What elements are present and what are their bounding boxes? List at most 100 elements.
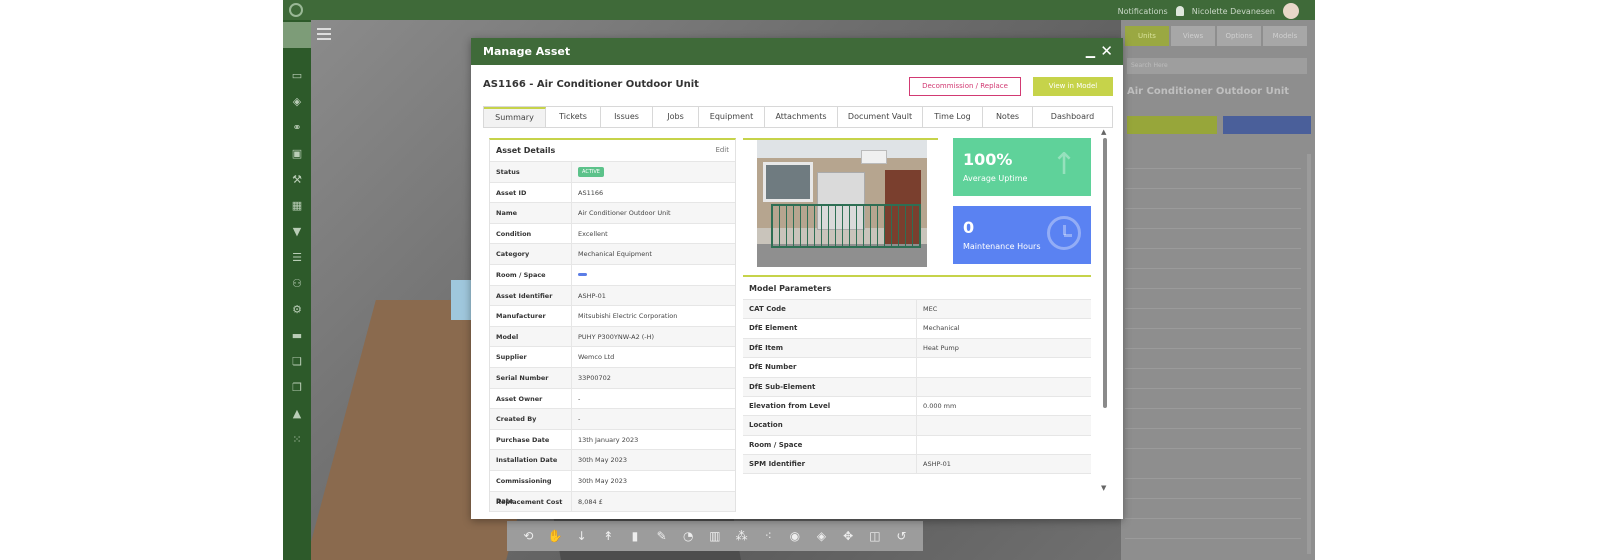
explode-icon[interactable]: ◈ — [814, 528, 830, 544]
rp-row — [1125, 390, 1301, 409]
down-arrow-icon[interactable]: ↓ — [574, 528, 590, 544]
detail-label: Status — [490, 162, 572, 182]
detail-value: 33P00702 — [578, 373, 611, 382]
content-scrollbar[interactable]: ▲ ▼ — [1100, 128, 1110, 502]
folder-icon[interactable]: ▭ — [290, 70, 304, 82]
asset-details-card: Asset Details Edit Status ACTIVE Asset I… — [489, 138, 736, 512]
detail-row-room: Room / Space — [490, 264, 735, 286]
measure-icon[interactable]: ◔ — [680, 528, 696, 544]
edit-link[interactable]: Edit — [715, 146, 729, 154]
rp-tab-views[interactable]: Views — [1171, 26, 1215, 46]
scrollbar-thumb[interactable] — [1103, 138, 1107, 408]
truck-icon[interactable]: ▬ — [290, 330, 304, 342]
rp-search-input[interactable]: Search Here — [1127, 58, 1307, 74]
tree-icon[interactable]: ⁖ — [760, 528, 776, 544]
detail-label: Room / Space — [490, 264, 572, 285]
settings-icon[interactable]: ⚙ — [290, 304, 304, 316]
rp-row — [1125, 230, 1301, 249]
param-row: DfE Element Mechanical — [743, 318, 1091, 338]
grid-icon[interactable]: ▦ — [290, 200, 304, 212]
rail-selected-item[interactable] — [283, 22, 311, 48]
rp-row — [1125, 250, 1301, 269]
param-row: DfE Item Heat Pump — [743, 337, 1091, 358]
cube-icon[interactable]: ◫ — [867, 528, 883, 544]
param-row: DfE Number — [743, 357, 1091, 377]
move-icon[interactable]: ✥ — [840, 528, 856, 544]
tab-dashboard[interactable]: Dashboard — [1033, 107, 1112, 127]
tab-tickets[interactable]: Tickets — [546, 107, 601, 127]
detail-value: 13th January 2023 — [578, 435, 639, 444]
maintenance-hours-card: 0 Maintenance Hours — [953, 206, 1091, 264]
link-icon[interactable]: ⚭ — [290, 122, 304, 134]
rp-row — [1125, 310, 1301, 329]
decommission-replace-button[interactable]: Decommission / Replace — [909, 77, 1021, 96]
hand-icon[interactable]: ✋ — [547, 528, 563, 544]
scroll-up-icon[interactable]: ▲ — [1101, 128, 1106, 136]
apps-icon[interactable]: ⁙ — [290, 434, 304, 446]
close-icon[interactable]: ✕ — [1100, 42, 1113, 60]
rp-row — [1125, 290, 1301, 309]
copy-icon[interactable]: ❐ — [290, 382, 304, 394]
tab-document-vault[interactable]: Document Vault — [838, 107, 923, 127]
model-parameters-card: Model Parameters CAT Code MEC DfE Elemen… — [743, 275, 1091, 474]
filter-icon[interactable]: ▼ — [290, 226, 304, 238]
properties-icon[interactable]: ◉ — [787, 528, 803, 544]
detail-value: ASHP-01 — [578, 291, 606, 300]
warning-icon[interactable]: ▲ — [290, 408, 304, 420]
detail-row: Supplier Wemco Ltd — [490, 347, 735, 368]
tab-attachments[interactable]: Attachments — [765, 107, 838, 127]
rp-row — [1125, 190, 1301, 209]
walk-icon[interactable]: ↟ — [600, 528, 616, 544]
detail-label: Commissioning Date — [490, 470, 572, 505]
minimize-icon[interactable]: ▁ — [1086, 44, 1095, 58]
notifications-link[interactable]: Notifications — [1118, 7, 1168, 16]
pen-icon[interactable]: ✎ — [654, 528, 670, 544]
param-label: DfE Number — [743, 358, 917, 377]
bell-icon[interactable] — [1175, 6, 1184, 16]
users-icon[interactable]: ⚇ — [290, 278, 304, 290]
asset-photo[interactable] — [757, 140, 927, 267]
param-label: CAT Code — [743, 300, 917, 319]
detail-row: Model PUHY P300YNW-A2 (-H) — [490, 326, 735, 348]
wrench-icon[interactable]: ⚒ — [290, 174, 304, 186]
tab-issues[interactable]: Issues — [601, 107, 653, 127]
bottom-toolbar: ⟲ ✋ ↓ ↟ ▮ ✎ ◔ ▥ ⁂ ⁖ ◉ ◈ ✥ ◫ ↺ — [507, 521, 923, 551]
right-panel-tabs: Units Views Options Models — [1125, 26, 1307, 46]
rp-tab-models[interactable]: Models — [1263, 26, 1307, 46]
tab-jobs[interactable]: Jobs — [653, 107, 699, 127]
tab-equipment[interactable]: Equipment — [699, 107, 765, 127]
rp-tab-units[interactable]: Units — [1125, 26, 1169, 46]
user-name[interactable]: Nicolette Devanesen — [1192, 7, 1275, 16]
orbit-icon[interactable]: ⟲ — [520, 528, 536, 544]
reset-icon[interactable]: ↺ — [894, 528, 910, 544]
rp-row — [1125, 150, 1301, 169]
layers-icon[interactable]: ◈ — [290, 96, 304, 108]
tab-notes[interactable]: Notes — [983, 107, 1033, 127]
rp-tab-options[interactable]: Options — [1217, 26, 1261, 46]
rp-add-button[interactable] — [1127, 116, 1217, 134]
rp-scrollbar[interactable] — [1307, 154, 1311, 554]
param-value — [917, 436, 1091, 454]
detail-value: - — [578, 415, 581, 424]
section-icon[interactable]: ▥ — [707, 528, 723, 544]
photo-sky — [757, 140, 927, 158]
summary-content[interactable]: Asset Details Edit Status ACTIVE Asset I… — [483, 128, 1113, 514]
documents-icon[interactable]: ❏ — [290, 356, 304, 368]
param-row: Elevation from Level 0.000 mm — [743, 395, 1091, 416]
tab-time-log[interactable]: Time Log — [923, 107, 983, 127]
avatar[interactable] — [1283, 3, 1299, 19]
panel-icon[interactable]: ▣ — [290, 148, 304, 160]
model-parameters-header: Model Parameters — [743, 277, 1091, 299]
menu-icon[interactable] — [317, 28, 331, 40]
camera-icon[interactable]: ▮ — [627, 528, 643, 544]
structure-icon[interactable]: ⁂ — [734, 528, 750, 544]
param-label: DfE Item — [743, 338, 917, 358]
average-uptime-card: 100% Average Uptime ↑ — [953, 138, 1091, 196]
top-bar: Notifications Nicolette Devanesen — [283, 0, 1315, 20]
list-icon[interactable]: ☰ — [290, 252, 304, 264]
tab-summary[interactable]: Summary — [484, 107, 546, 127]
view-in-model-button[interactable]: View in Model — [1033, 77, 1113, 96]
rp-manage-button[interactable] — [1223, 116, 1311, 134]
room-space-chip[interactable] — [578, 273, 587, 277]
scroll-down-icon[interactable]: ▼ — [1101, 484, 1106, 492]
